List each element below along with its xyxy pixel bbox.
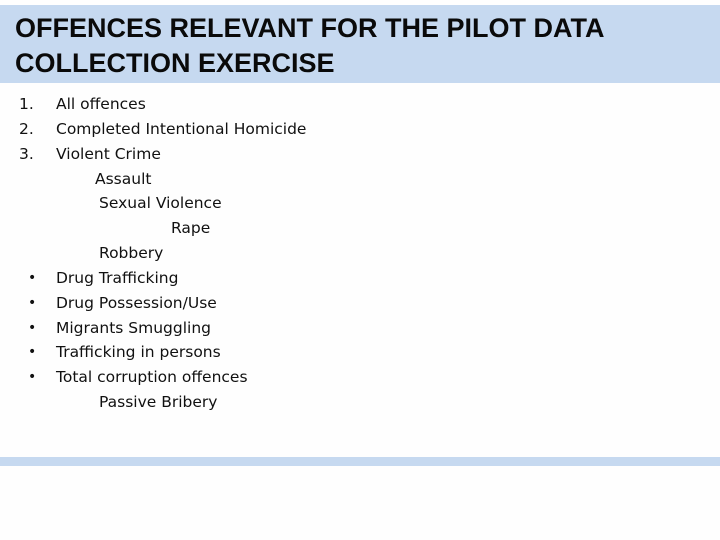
bullet-icon: • bbox=[28, 269, 37, 286]
list-item: • Trafficking in persons bbox=[0, 340, 720, 365]
list-item-text: Drug Trafficking bbox=[56, 268, 179, 287]
list-item-text: Violent Crime bbox=[56, 144, 161, 163]
list-item: • Total corruption offences bbox=[0, 365, 720, 390]
bullet-icon: • bbox=[28, 369, 37, 386]
list-subitem-text: Sexual Violence bbox=[99, 194, 222, 213]
list-item-text: Total corruption offences bbox=[56, 368, 248, 387]
list-number: 1. bbox=[19, 95, 34, 113]
list-item-text: Completed Intentional Homicide bbox=[56, 119, 307, 138]
list-subitem: Assault bbox=[0, 167, 720, 192]
list-subitem-text: Robbery bbox=[99, 244, 164, 263]
bullet-icon: • bbox=[28, 294, 37, 311]
list-subitem: Robbery bbox=[0, 241, 720, 266]
list-item: 2. Completed Intentional Homicide bbox=[0, 117, 720, 142]
list-item: • Drug Trafficking bbox=[0, 266, 720, 291]
bottom-divider-band bbox=[0, 457, 720, 466]
list-item: 3. Violent Crime bbox=[0, 142, 720, 167]
list-item-text: Drug Possession/Use bbox=[56, 293, 217, 312]
list-number: 3. bbox=[19, 144, 34, 163]
list-item: • Migrants Smuggling bbox=[0, 316, 720, 341]
list-item-text: Trafficking in persons bbox=[56, 343, 221, 362]
list-subitem-text: Passive Bribery bbox=[99, 393, 218, 412]
slide-title: OFFENCES RELEVANT FOR THE PILOT DATA COL… bbox=[15, 13, 604, 78]
list-subitem-text: Rape bbox=[171, 219, 211, 238]
title-band: OFFENCES RELEVANT FOR THE PILOT DATA COL… bbox=[0, 5, 720, 83]
list-item-text: Migrants Smuggling bbox=[56, 318, 212, 337]
list-item-text: All offences bbox=[56, 95, 146, 113]
list-item: 1. All offences bbox=[0, 92, 720, 117]
list-item: • Drug Possession/Use bbox=[0, 291, 720, 316]
list-subitem: Sexual Violence bbox=[0, 191, 720, 216]
bullet-icon: • bbox=[28, 319, 37, 336]
list-subitem: Passive Bribery bbox=[0, 390, 720, 415]
list-subitem-text: Assault bbox=[95, 169, 152, 188]
list-subitem: Rape bbox=[0, 216, 720, 241]
list-number: 2. bbox=[19, 119, 34, 138]
bullet-icon: • bbox=[28, 344, 37, 361]
offence-list: 1. All offences 2. Completed Intentional… bbox=[0, 92, 720, 415]
